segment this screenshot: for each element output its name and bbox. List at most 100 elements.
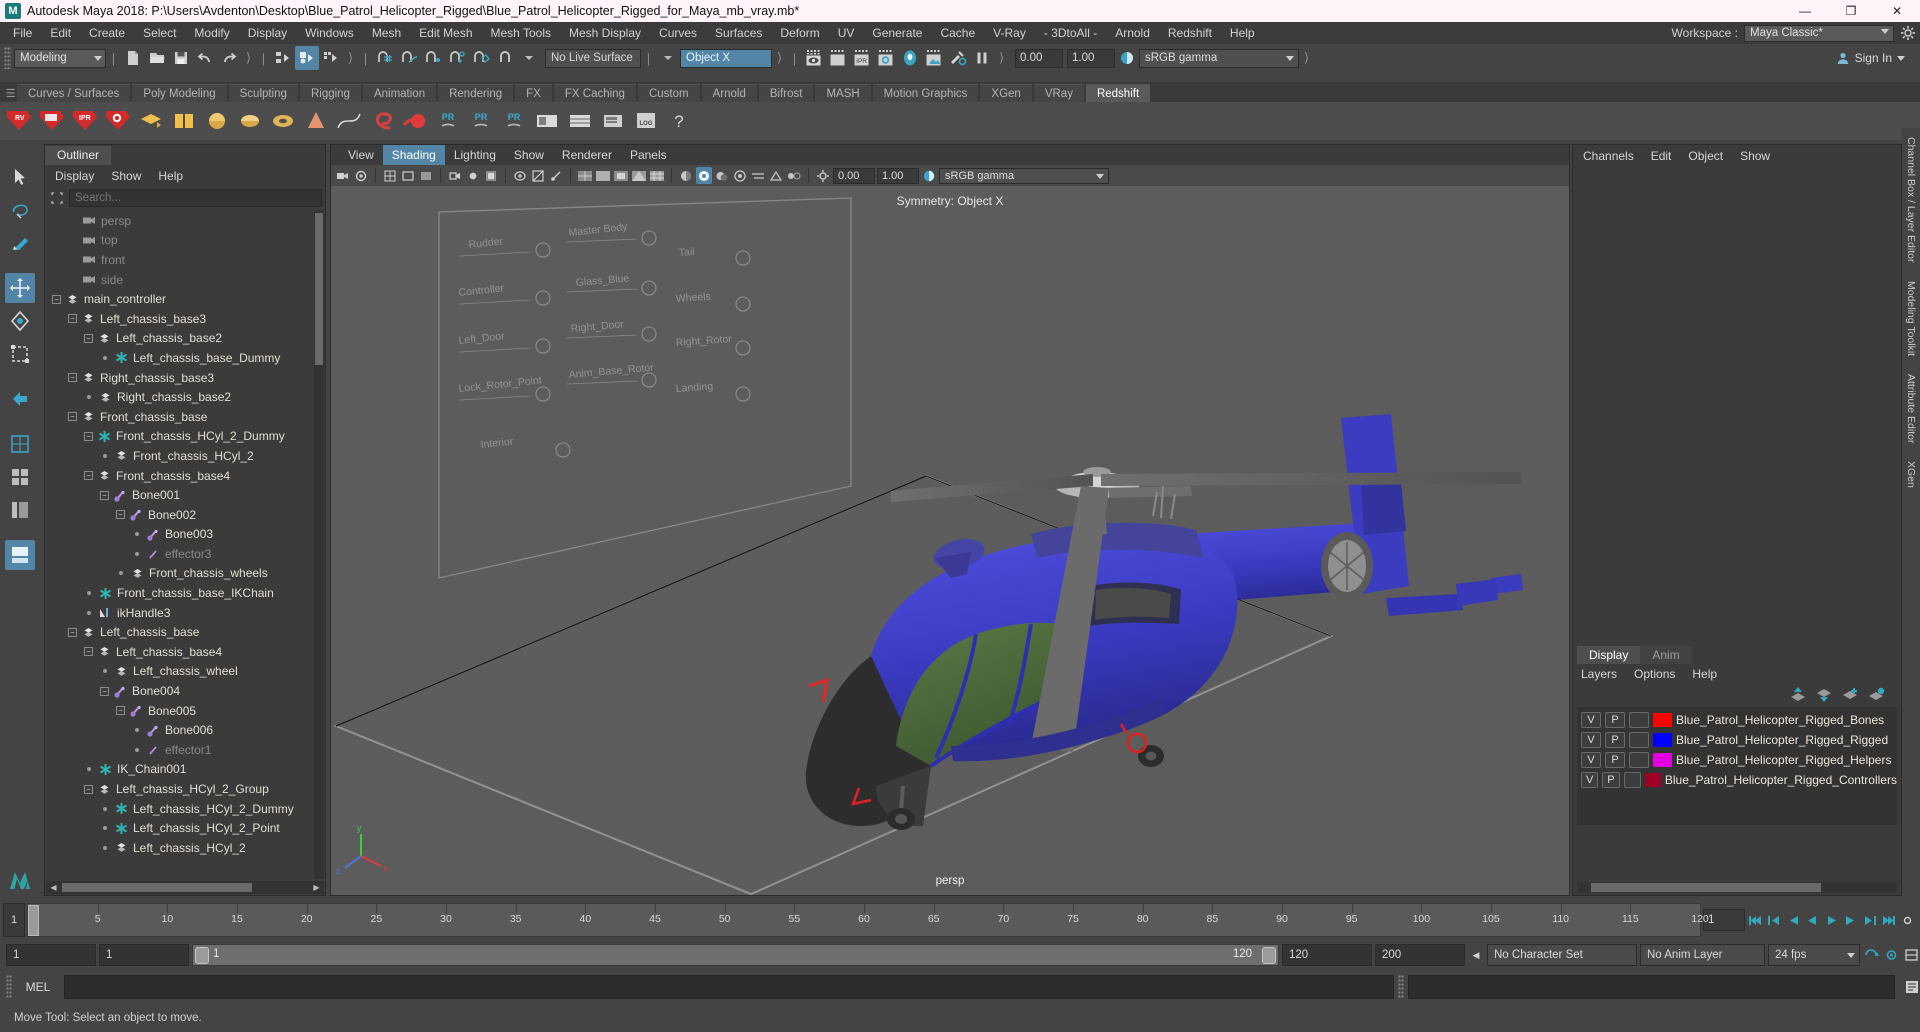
character-set-field[interactable]: No Character Set [1487,944,1637,966]
vray-pr-icon-3[interactable]: PR [499,105,529,137]
vray-log-icon[interactable]: LOG [631,105,661,137]
outliner-menu-show[interactable]: Show [111,169,141,183]
range-start-handle[interactable] [195,947,209,964]
play-forwards-button[interactable] [1823,909,1840,931]
exposure-icon[interactable] [465,167,481,184]
scale-tool[interactable] [5,339,35,369]
snap-to-projected-center-button[interactable] [445,46,469,70]
color-management-icon[interactable] [1115,46,1139,70]
expander-collapse-icon[interactable]: − [68,314,77,324]
redshift-render-seq-icon[interactable] [37,105,67,137]
anim-start-field[interactable]: 1 [6,944,96,966]
layer-type-toggle[interactable] [1629,732,1649,748]
shelf-tab-bifrost[interactable]: Bifrost [758,84,814,102]
undo-button[interactable] [193,46,217,70]
viewport-menu-show[interactable]: Show [505,145,553,165]
outliner-item[interactable]: − Bone001 [46,485,313,505]
outliner-tree[interactable]: persp top front side − main_controller − Left_c… [46,211,313,879]
channel-box-menu-edit[interactable]: Edit [1651,149,1672,163]
outliner-item[interactable]: − Front_chassis_HCyl_2_Dummy [46,427,313,447]
viewport-gamma-field[interactable]: 1.00 [877,167,919,184]
layer-row[interactable]: V P Blue_Patrol_Helicopter_Rigged_Controll… [1577,770,1897,790]
gamma-field[interactable]: 1.00 [1067,48,1115,68]
go-to-end-button[interactable] [1880,909,1897,931]
shelf-tab-rigging[interactable]: Rigging [299,84,361,102]
expander-collapse-icon[interactable]: − [52,294,61,304]
current-frame-field[interactable]: 1 [1703,909,1745,931]
curve-tool-icon[interactable] [334,105,364,137]
scroll-right-arrow[interactable]: ▶ [310,882,323,893]
menu-generate[interactable]: Generate [863,22,931,44]
range-end-handle[interactable] [1262,947,1276,964]
polygon-sphere-icon[interactable] [202,105,232,137]
menu-cache[interactable]: Cache [931,22,984,44]
outliner-item[interactable]: − Bone004 [46,681,313,701]
outliner-item[interactable]: effector1 [46,740,313,760]
shelf-tab-mash[interactable]: MASH [815,84,871,102]
render-view-button[interactable] [922,46,946,70]
layer-tab-display[interactable]: Display [1577,646,1641,664]
command-output[interactable] [1408,975,1895,999]
outliner-item[interactable]: − Left_chassis_base4 [46,642,313,662]
help-icon[interactable]: ? [664,105,694,137]
menu-mesh[interactable]: Mesh [363,22,410,44]
layer-horizontal-scrollbar[interactable] [1577,882,1897,893]
vertical-tab-xgen[interactable]: XGen [1905,452,1917,497]
range-end-field[interactable]: 120 [1282,944,1372,966]
redshift-ipr-icon[interactable]: IPR [70,105,100,137]
shelf-tab-sculpting[interactable]: Sculpting [228,84,298,102]
fps-select[interactable]: 24 fps [1768,944,1860,966]
layer-tab-anim[interactable]: Anim [1640,646,1692,664]
xray-joints-icon[interactable] [548,167,564,184]
layer-row[interactable]: V P Blue_Patrol_Helicopter_Rigged_Helpers [1577,750,1897,770]
render-setup-button[interactable] [946,46,970,70]
viewport-menu-shading[interactable]: Shading [382,145,445,165]
layer-color-swatch[interactable] [1644,773,1661,787]
expander-collapse-icon[interactable]: − [68,373,77,383]
outliner-item[interactable]: − Left_chassis_base [46,622,313,642]
shelf-tab-motion-graphics[interactable]: Motion Graphics [872,84,979,102]
outliner-item[interactable]: persp [46,211,313,231]
command-language-label[interactable]: MEL [16,980,60,994]
move-layer-up-icon[interactable] [1790,687,1807,702]
vertical-tab-channel-box-layer-editor[interactable]: Channel Box / Layer Editor [1905,128,1917,272]
outliner-item[interactable]: − Left_chassis_HCyl_2_Group [46,779,313,799]
scroll-thumb[interactable] [315,213,323,365]
make-live-button[interactable] [493,46,517,70]
select-by-object-button[interactable] [295,46,319,70]
camera-attributes-icon[interactable] [353,167,369,184]
vray-pr-icon-2[interactable]: PR [466,105,496,137]
playback-options-icon[interactable] [1903,944,1920,966]
outliner-item[interactable]: − Bone005 [46,701,313,721]
vray-render-icon[interactable] [565,105,595,137]
viewport-color-space-select[interactable]: sRGB gamma [939,167,1109,184]
menu-redshift[interactable]: Redshift [1159,22,1221,44]
outliner-item[interactable]: Front_chassis_HCyl_2 [46,446,313,466]
shelf-tab-arnold[interactable]: Arnold [701,84,757,102]
menu-mesh-display[interactable]: Mesh Display [560,22,650,44]
outliner-item[interactable]: Bone006 [46,720,313,740]
step-back-key-button[interactable] [1766,909,1783,931]
shelf-tab-curves-surfaces[interactable]: Curves / Surfaces [17,84,131,102]
command-input[interactable] [64,975,1394,999]
minimize-button[interactable]: — [1782,0,1828,22]
render-current-frame-button[interactable] [802,46,826,70]
layer-color-swatch[interactable] [1653,753,1672,767]
outliner-item[interactable]: Left_chassis_HCyl_2_Dummy [46,799,313,819]
layer-playback-toggle[interactable]: P [1605,732,1625,748]
channel-box-body[interactable] [1574,168,1900,643]
menu-edit-mesh[interactable]: Edit Mesh [410,22,481,44]
shelf-tab-animation[interactable]: Animation [362,84,437,102]
layer-row[interactable]: V P Blue_Patrol_Helicopter_Rigged_Bones [1577,710,1897,730]
outliner-item[interactable]: − Left_chassis_base3 [46,309,313,329]
outliner-horizontal-scrollbar[interactable]: ◀ ▶ [46,881,324,894]
layer-menu-layers[interactable]: Layers [1581,667,1617,681]
color-space-select[interactable]: sRGB gamma [1139,48,1299,68]
shelf-tab-fx[interactable]: FX [515,84,552,102]
anim-end-field[interactable]: 200 [1375,944,1465,966]
menu-arnold[interactable]: Arnold [1106,22,1159,44]
outliner-menu-help[interactable]: Help [158,169,183,183]
channel-box-menu-show[interactable]: Show [1740,149,1770,163]
expander-collapse-icon[interactable]: − [84,431,93,441]
shelf-tab-vray[interactable]: VRay [1033,84,1084,102]
